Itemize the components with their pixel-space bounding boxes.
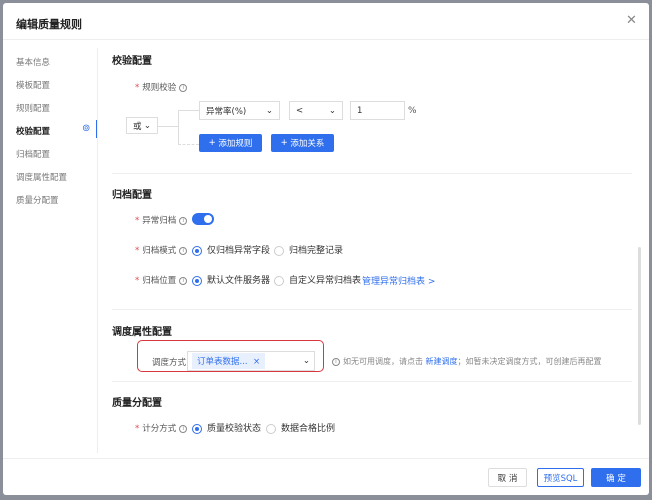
cancel-button[interactable]: 取 消 (488, 468, 527, 487)
connector-line (178, 110, 179, 144)
archive-location-option-2[interactable]: 自定义异常归档表 (274, 273, 361, 286)
score-method-label: * 计分方式 i (135, 422, 188, 434)
info-icon: i (179, 276, 188, 285)
info-icon: i (179, 424, 188, 433)
sidebar-item-archive[interactable]: 归档配置 (16, 148, 50, 160)
chevron-down-icon: ⌄ (143, 120, 151, 131)
sidebar-item-score[interactable]: 质量分配置 (16, 194, 59, 206)
info-icon: i (179, 246, 188, 255)
section-divider (112, 309, 632, 310)
metric-select[interactable]: 异常率(%) ⌄ (199, 101, 280, 120)
archive-mode-option-2[interactable]: 归档完整记录 (274, 243, 343, 256)
ok-button[interactable]: 确 定 (591, 468, 641, 487)
logic-select[interactable]: 或 ⌄ (126, 117, 158, 134)
dialog-title: 编辑质量规则 (16, 18, 82, 31)
scrollbar[interactable] (638, 247, 641, 425)
header-divider (3, 39, 649, 40)
score-option-2[interactable]: 数据合格比例 (266, 421, 335, 434)
archive-location-option-1[interactable]: 默认文件服务器 (192, 273, 270, 286)
section-title-score: 质量分配置 (112, 398, 162, 409)
add-relation-button[interactable]: + 添加关系 (271, 134, 334, 152)
sidebar-item-validation[interactable]: 校验配置 (16, 125, 50, 137)
chevron-down-icon: ⌄ (265, 105, 273, 116)
edit-quality-rule-dialog: 编辑质量规则 ✕ 基本信息 模板配置 规则配置 校验配置 ⊚ 归档配置 调度属性… (3, 3, 649, 495)
schedule-label: 调度方式 (152, 358, 187, 368)
schedule-select[interactable]: 订单表数据... × ⌄ (187, 351, 315, 371)
archive-toggle[interactable] (192, 213, 214, 225)
info-icon: i (332, 357, 340, 366)
sidebar-item-schedule[interactable]: 调度属性配置 (16, 171, 67, 183)
schedule-hint: i 如无可用调度，请点击 新建调度；如暂未决定调度方式，可创建后再配置 (332, 356, 602, 367)
unit-label: % (408, 106, 417, 116)
tag-close-icon[interactable]: × (253, 357, 260, 367)
footer-divider (3, 458, 649, 459)
section-divider (112, 381, 632, 382)
section-title-validation: 校验配置 (112, 56, 152, 67)
archive-mode-option-1[interactable]: 仅归档异常字段 (192, 243, 270, 256)
operator-select[interactable]: < ⌄ (289, 101, 343, 120)
new-schedule-link[interactable]: 新建调度 (426, 357, 458, 366)
threshold-input[interactable]: 1 (350, 101, 405, 120)
connector-line (178, 110, 199, 111)
chevron-down-icon: ⌄ (302, 356, 310, 366)
rule-check-label: * 规则校验 i (135, 81, 188, 93)
info-icon: i (179, 83, 188, 92)
manage-archive-table-link[interactable]: 管理异常归档表 > (362, 274, 435, 287)
sidebar-item-basic-info[interactable]: 基本信息 (16, 56, 50, 68)
add-rule-button[interactable]: + 添加规则 (199, 134, 262, 152)
archive-switch-label: * 异常归档 i (135, 214, 188, 226)
sidebar-item-template[interactable]: 模板配置 (16, 79, 50, 91)
sidebar-item-rule[interactable]: 规则配置 (16, 102, 50, 114)
section-title-archive: 归档配置 (112, 190, 152, 201)
close-icon[interactable]: ✕ (626, 13, 637, 28)
schedule-tag: 订单表数据... × (192, 353, 266, 369)
chevron-down-icon: ⌄ (328, 105, 336, 116)
connector-line (158, 126, 178, 127)
archive-location-label: * 归档位置 i (135, 274, 188, 286)
section-divider (112, 173, 632, 174)
sidebar-divider (97, 48, 98, 453)
location-pin-icon: ⊚ (82, 123, 91, 134)
score-option-1[interactable]: 质量校验状态 (192, 421, 261, 434)
section-title-schedule: 调度属性配置 (112, 327, 172, 338)
info-icon: i (179, 216, 188, 225)
preview-sql-button[interactable]: 预览SQL (537, 468, 584, 487)
connector-line (178, 144, 199, 145)
archive-mode-label: * 归档模式 i (135, 244, 188, 256)
